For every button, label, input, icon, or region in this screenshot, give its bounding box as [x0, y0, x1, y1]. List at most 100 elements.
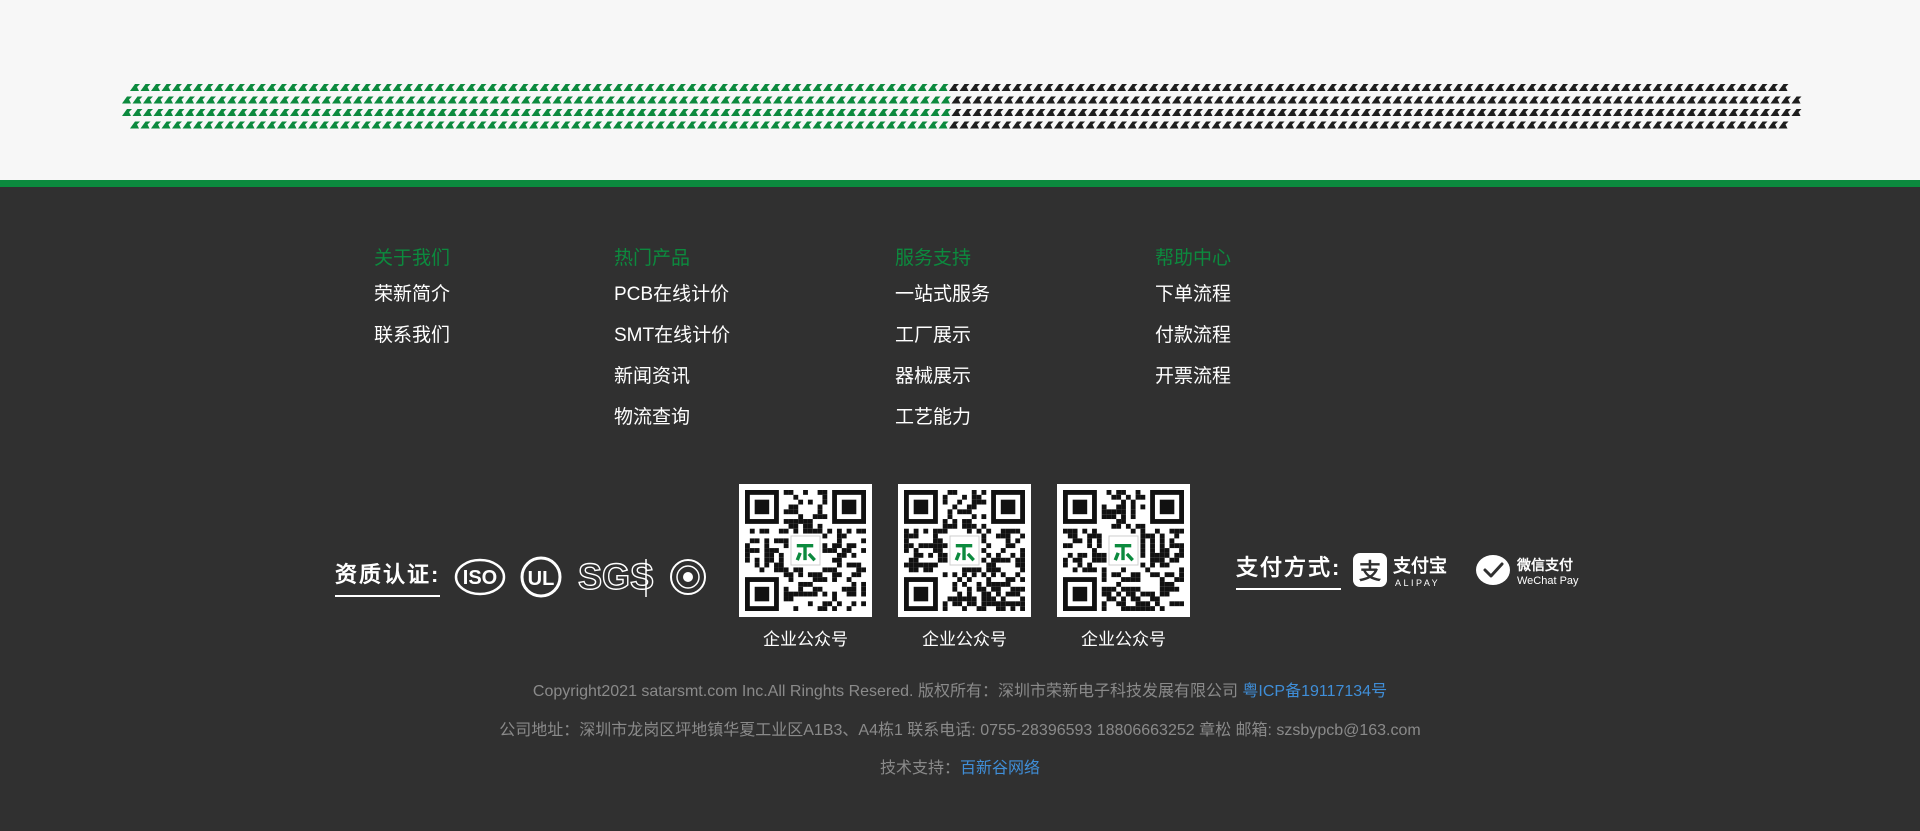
pattern-mark	[1274, 121, 1285, 129]
pattern-mark	[1214, 109, 1224, 116]
pattern-mark	[1379, 84, 1390, 91]
pattern-mark	[1022, 84, 1033, 91]
pattern-mark	[413, 84, 424, 91]
pattern-mark	[1770, 109, 1781, 116]
pattern-mark	[405, 109, 416, 116]
pattern-mark	[216, 109, 227, 116]
footer-link[interactable]: 工厂展示	[895, 324, 990, 348]
top-band	[0, 0, 1920, 180]
pattern-mark	[1277, 109, 1287, 116]
pattern-mark	[615, 109, 626, 116]
pattern-mark	[1054, 121, 1064, 129]
pattern-mark	[531, 109, 542, 116]
pattern-mark	[962, 109, 972, 116]
pattern-mark	[1455, 109, 1466, 116]
pattern-mark	[697, 84, 707, 91]
pattern-mark	[636, 109, 647, 116]
pattern-mark	[434, 84, 445, 91]
footer-link[interactable]: 开票流程	[1155, 365, 1231, 389]
pattern-mark	[340, 121, 350, 129]
tech-support-link[interactable]: 百新谷网络	[960, 760, 1040, 777]
pattern-mark	[426, 109, 437, 116]
pattern-mark	[1127, 84, 1138, 91]
footer-link[interactable]: 新闻资讯	[614, 365, 730, 389]
pattern-mark	[1308, 96, 1319, 104]
pattern-mark	[193, 121, 203, 129]
footer: 关于我们 荣新简介 联系我们 热门产品 PCB在线计价 SMT在线计价 新闻资讯…	[0, 187, 1920, 831]
icp-link[interactable]: 粤ICP备19117134号	[1242, 683, 1387, 700]
qr-code-image[interactable]	[898, 484, 1031, 617]
pattern-mark	[1665, 109, 1676, 116]
footer-link[interactable]: PCB在线计价	[614, 283, 730, 307]
pattern-mark	[1109, 96, 1119, 104]
pattern-mark	[1382, 96, 1392, 104]
pattern-mark	[1413, 109, 1424, 116]
qr-code-icon	[904, 490, 1025, 611]
pattern-mark	[1277, 96, 1287, 104]
pattern-mark	[1274, 84, 1285, 91]
pattern-mark	[594, 109, 605, 116]
pattern-mark	[1056, 109, 1067, 116]
pattern-mark	[510, 109, 521, 116]
pattern-mark	[1064, 121, 1075, 129]
pattern-mark	[1182, 96, 1193, 104]
pattern-mark	[1547, 84, 1558, 91]
qr-code-image[interactable]	[739, 484, 872, 617]
pattern-mark	[1075, 84, 1085, 91]
pattern-mark	[132, 96, 143, 104]
pattern-mark	[248, 109, 258, 116]
pattern-mark	[300, 109, 311, 116]
pattern-mark	[1256, 96, 1266, 104]
pattern-mark	[1358, 84, 1369, 91]
pattern-mark	[403, 84, 413, 91]
pattern-mark	[371, 84, 382, 91]
pattern-mark	[172, 84, 182, 91]
pattern-mark	[214, 84, 224, 91]
pattern-mark	[1484, 121, 1495, 129]
pattern-mark	[605, 109, 615, 116]
pattern-mark	[602, 84, 613, 91]
pattern-mark	[1644, 109, 1655, 116]
pattern-mark	[972, 109, 983, 116]
pattern-mark	[991, 121, 1001, 129]
pattern-mark	[1043, 84, 1054, 91]
pattern-mark	[720, 96, 731, 104]
pattern-mark	[161, 121, 172, 129]
pattern-mark	[836, 109, 846, 116]
pattern-mark	[634, 84, 644, 91]
column-title: 帮助中心	[1155, 248, 1232, 269]
pattern-mark	[749, 121, 760, 129]
pattern-mark	[500, 96, 510, 104]
pattern-mark	[1130, 96, 1140, 104]
pattern-mark	[1400, 84, 1411, 91]
footer-link[interactable]: 物流查询	[614, 406, 730, 430]
pattern-mark	[164, 109, 174, 116]
pattern-mark	[1508, 109, 1518, 116]
footer-link[interactable]: SMT在线计价	[614, 324, 730, 348]
pattern-mark	[1529, 109, 1539, 116]
footer-link[interactable]: 下单流程	[1155, 283, 1231, 307]
pattern-mark	[1621, 84, 1631, 91]
pattern-mark	[1316, 121, 1327, 129]
pattern-mark	[1621, 121, 1631, 129]
footer-column-help: 帮助中心 下单流程 付款流程 开票流程	[1155, 247, 1231, 406]
footer-link[interactable]: 付款流程	[1155, 324, 1231, 348]
footer-link[interactable]: 联系我们	[374, 324, 450, 348]
footer-link[interactable]: 工艺能力	[895, 406, 990, 430]
pattern-mark	[1151, 96, 1161, 104]
pattern-mark	[1781, 109, 1791, 116]
pattern-mark	[248, 96, 258, 104]
qr-code-image[interactable]	[1057, 484, 1190, 617]
pattern-mark	[896, 121, 907, 129]
pattern-mark	[1757, 121, 1768, 129]
pattern-mark	[1035, 96, 1046, 104]
pattern-mark	[949, 121, 959, 129]
pattern-mark	[143, 109, 153, 116]
footer-link[interactable]: 荣新简介	[374, 283, 450, 307]
pattern-mark	[1497, 96, 1508, 104]
pattern-mark	[174, 96, 185, 104]
pattern-mark	[1474, 84, 1484, 91]
pattern-mark	[1001, 121, 1012, 129]
footer-link[interactable]: 一站式服务	[895, 283, 990, 307]
footer-link[interactable]: 器械展示	[895, 365, 990, 389]
